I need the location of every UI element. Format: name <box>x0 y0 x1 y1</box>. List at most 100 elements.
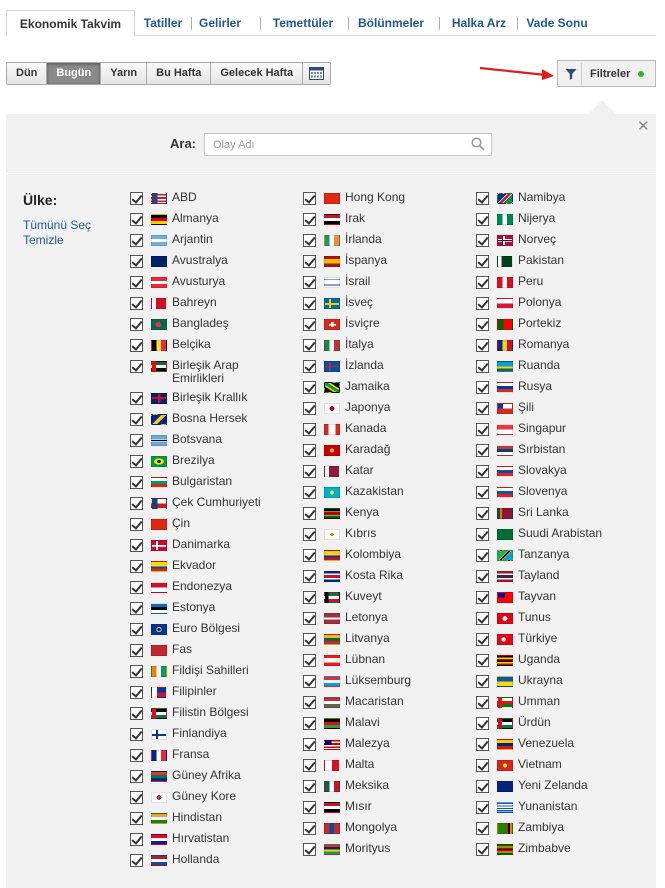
country-item[interactable]: Arjantin <box>130 233 284 247</box>
country-item[interactable]: Güney Kore <box>130 790 284 804</box>
country-checkbox[interactable] <box>303 591 316 604</box>
country-checkbox[interactable] <box>476 549 489 562</box>
date-yesterday-button[interactable]: Dün <box>7 63 48 84</box>
country-checkbox[interactable] <box>476 843 489 856</box>
date-today-button[interactable]: Bugün <box>47 63 102 84</box>
country-checkbox[interactable] <box>476 654 489 667</box>
country-checkbox[interactable] <box>476 213 489 226</box>
country-checkbox[interactable] <box>476 297 489 310</box>
country-item[interactable]: Kuveyt <box>303 590 457 604</box>
country-item[interactable]: Litvanya <box>303 632 457 646</box>
country-item[interactable]: Kosta Rika <box>303 569 457 583</box>
country-item[interactable]: Avustralya <box>130 254 284 268</box>
tab-gelirler[interactable]: Gelirler <box>192 10 248 36</box>
country-item[interactable]: Euro Bölgesi <box>130 622 284 636</box>
country-checkbox[interactable] <box>476 192 489 205</box>
country-checkbox[interactable] <box>476 528 489 541</box>
country-checkbox[interactable] <box>476 465 489 478</box>
country-item[interactable]: İsviçre <box>303 317 457 331</box>
country-item[interactable]: Malezya <box>303 737 457 751</box>
country-item[interactable]: Filistin Bölgesi <box>130 706 284 720</box>
country-item[interactable]: Hong Kong <box>303 191 457 205</box>
country-item[interactable]: Malavi <box>303 716 457 730</box>
country-item[interactable]: Güney Afrika <box>130 769 284 783</box>
country-checkbox[interactable] <box>130 276 143 289</box>
country-checkbox[interactable] <box>303 213 316 226</box>
country-item[interactable]: Birleşik Arap Emirlikleri <box>130 359 284 385</box>
country-checkbox[interactable] <box>130 192 143 205</box>
country-checkbox[interactable] <box>130 318 143 331</box>
country-item[interactable]: Bulgaristan <box>130 475 284 489</box>
country-checkbox[interactable] <box>303 696 316 709</box>
country-checkbox[interactable] <box>130 476 143 489</box>
country-checkbox[interactable] <box>476 612 489 625</box>
country-item[interactable]: Endonezya <box>130 580 284 594</box>
country-checkbox[interactable] <box>303 612 316 625</box>
country-item[interactable]: Filipinler <box>130 685 284 699</box>
country-checkbox[interactable] <box>303 738 316 751</box>
country-checkbox[interactable] <box>476 738 489 751</box>
country-item[interactable]: İrlanda <box>303 233 457 247</box>
country-item[interactable]: Zimbabve <box>476 842 630 856</box>
country-item[interactable]: ABD <box>130 191 284 205</box>
select-all-link[interactable]: Tümünü Seç <box>23 218 91 232</box>
country-checkbox[interactable] <box>130 539 143 552</box>
country-checkbox[interactable] <box>303 675 316 688</box>
country-item[interactable]: Norveç <box>476 233 630 247</box>
country-item[interactable]: Morityus <box>303 842 457 856</box>
country-item[interactable]: Lüksemburg <box>303 674 457 688</box>
country-item[interactable]: Bosna Hersek <box>130 412 284 426</box>
country-item[interactable]: Ukrayna <box>476 674 630 688</box>
country-checkbox[interactable] <box>130 686 143 699</box>
country-item[interactable]: Meksika <box>303 779 457 793</box>
country-checkbox[interactable] <box>476 717 489 730</box>
country-item[interactable]: Umman <box>476 695 630 709</box>
country-item[interactable]: Nijerya <box>476 212 630 226</box>
country-item[interactable]: Ekvador <box>130 559 284 573</box>
country-item[interactable]: Polonya <box>476 296 630 310</box>
country-checkbox[interactable] <box>130 644 143 657</box>
country-checkbox[interactable] <box>303 507 316 520</box>
tab-temettuler[interactable]: Temettüler <box>261 10 345 36</box>
country-checkbox[interactable] <box>130 339 143 352</box>
country-item[interactable]: Türkiye <box>476 632 630 646</box>
country-item[interactable]: Fransa <box>130 748 284 762</box>
country-checkbox[interactable] <box>303 759 316 772</box>
country-checkbox[interactable] <box>303 339 316 352</box>
country-item[interactable]: Fildişi Sahilleri <box>130 664 284 678</box>
country-item[interactable]: Ürdün <box>476 716 630 730</box>
country-checkbox[interactable] <box>130 770 143 783</box>
country-item[interactable]: Malta <box>303 758 457 772</box>
country-item[interactable]: İzlanda <box>303 359 457 373</box>
country-checkbox[interactable] <box>476 255 489 268</box>
country-item[interactable]: Sırbistan <box>476 443 630 457</box>
clear-link[interactable]: Temizle <box>23 233 64 247</box>
country-item[interactable]: Japonya <box>303 401 457 415</box>
country-item[interactable]: Kazakistan <box>303 485 457 499</box>
country-item[interactable]: Almanya <box>130 212 284 226</box>
country-item[interactable]: Singapur <box>476 422 630 436</box>
country-item[interactable]: Yeni Zelanda <box>476 779 630 793</box>
search-icon[interactable] <box>471 137 485 151</box>
country-item[interactable]: Mısır <box>303 800 457 814</box>
country-checkbox[interactable] <box>130 297 143 310</box>
country-item[interactable]: Hollanda <box>130 853 284 867</box>
country-item[interactable]: Danimarka <box>130 538 284 552</box>
country-item[interactable]: Mongolya <box>303 821 457 835</box>
country-checkbox[interactable] <box>130 791 143 804</box>
country-checkbox[interactable] <box>476 318 489 331</box>
country-item[interactable]: Suudi Arabistan <box>476 527 630 541</box>
filters-button[interactable]: Filtreler <box>557 60 656 87</box>
country-item[interactable]: Yunanistan <box>476 800 630 814</box>
country-checkbox[interactable] <box>303 444 316 457</box>
country-checkbox[interactable] <box>476 234 489 247</box>
country-checkbox[interactable] <box>130 623 143 636</box>
country-checkbox[interactable] <box>303 549 316 562</box>
country-item[interactable]: Zambiya <box>476 821 630 835</box>
country-item[interactable]: Venezuela <box>476 737 630 751</box>
country-item[interactable]: Rusya <box>476 380 630 394</box>
country-checkbox[interactable] <box>476 360 489 373</box>
country-checkbox[interactable] <box>130 255 143 268</box>
country-item[interactable]: Tayvan <box>476 590 630 604</box>
country-item[interactable]: İsrail <box>303 275 457 289</box>
